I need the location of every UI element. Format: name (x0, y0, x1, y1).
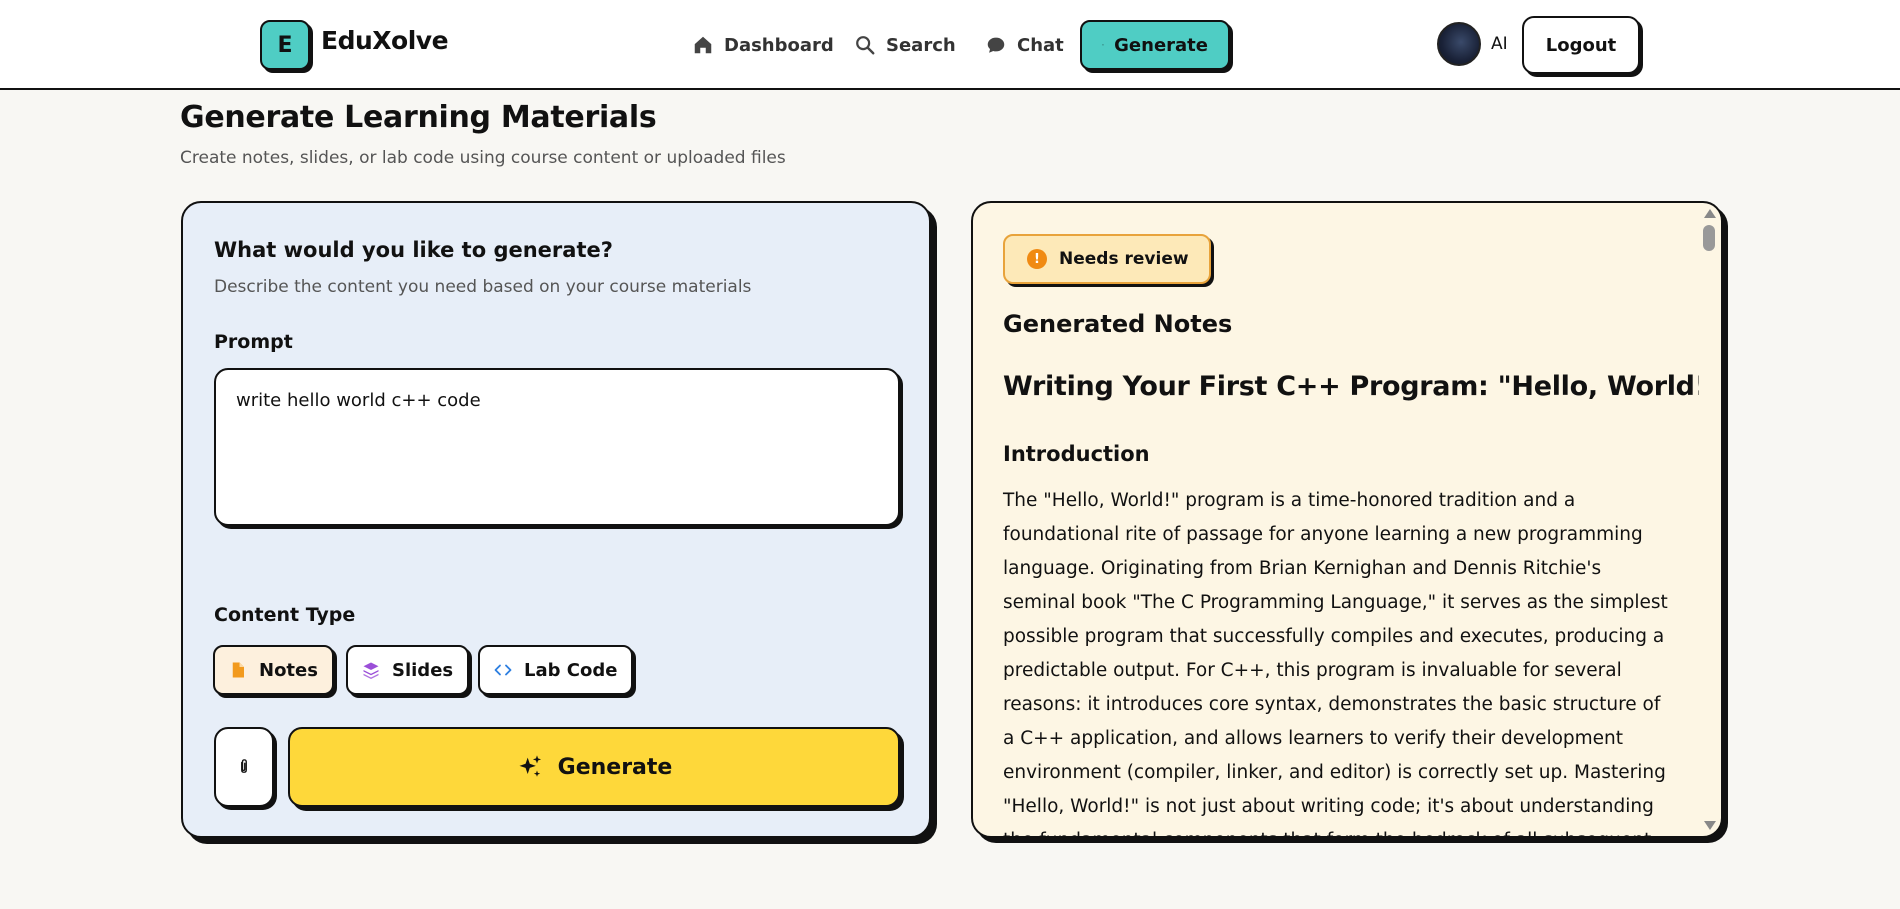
attach-file-button[interactable] (214, 727, 274, 807)
logo-badge[interactable]: E (260, 20, 310, 70)
nav-generate[interactable]: Generate (1080, 20, 1230, 70)
nav-dashboard-label: Dashboard (724, 34, 834, 56)
home-icon (694, 36, 712, 54)
page-title: Generate Learning Materials (180, 100, 657, 135)
nav-chat[interactable]: Chat (985, 20, 1064, 70)
content-type-labcode[interactable]: Lab Code (478, 645, 634, 695)
top-navbar: E EduXolve Dashboard Search Chat Generat… (0, 0, 1900, 90)
exclamation-icon: ! (1027, 249, 1047, 269)
layers-icon (363, 662, 379, 679)
output-scrollbar[interactable] (1699, 203, 1721, 836)
generate-form-card: What would you like to generate? Describ… (181, 201, 931, 838)
search-icon (856, 36, 875, 55)
form-title: What would you like to generate? (214, 238, 613, 262)
content-type-slides[interactable]: Slides (346, 645, 470, 695)
document-title: Writing Your First C++ Program: "Hello, … (1003, 371, 1699, 402)
generate-button-label: Generate (557, 754, 673, 780)
brand-name[interactable]: EduXolve (321, 26, 449, 55)
output-scroll-area[interactable]: ! Needs review Generated Notes Writing Y… (973, 203, 1699, 836)
content-type-notes-label: Notes (259, 659, 318, 681)
scroll-up-arrow-icon[interactable] (1704, 209, 1716, 218)
sparkles-icon (1102, 44, 1104, 46)
sparkles-icon (519, 755, 541, 777)
paperclip-icon (241, 759, 247, 773)
page-subtitle: Create notes, slides, or lab code using … (180, 148, 786, 168)
nav-search-label: Search (886, 34, 956, 56)
chat-icon (987, 37, 1005, 53)
content-type-label: Content Type (214, 604, 356, 626)
content-type-labcode-label: Lab Code (524, 659, 618, 681)
nav-search[interactable]: Search (854, 20, 956, 70)
content-type-notes[interactable]: Notes (213, 645, 334, 695)
document-heading: Introduction (1003, 442, 1150, 466)
logout-button[interactable]: Logout (1522, 16, 1640, 74)
prompt-label: Prompt (214, 331, 293, 353)
user-initials: AI (1491, 34, 1508, 54)
output-section-title: Generated Notes (1003, 310, 1233, 338)
status-badge-label: Needs review (1059, 249, 1189, 269)
form-subtitle: Describe the content you need based on y… (214, 277, 752, 297)
scrollbar-thumb[interactable] (1703, 225, 1715, 251)
code-icon (494, 664, 512, 676)
document-paragraph: The "Hello, World!" program is a time-ho… (1003, 490, 1668, 836)
nav-generate-label: Generate (1114, 34, 1208, 56)
generated-output-card: ! Needs review Generated Notes Writing Y… (971, 201, 1723, 838)
content-type-slides-label: Slides (392, 659, 454, 681)
generate-button[interactable]: Generate (288, 727, 900, 807)
nav-chat-label: Chat (1017, 34, 1064, 56)
nav-dashboard[interactable]: Dashboard (692, 20, 834, 70)
prompt-input[interactable] (214, 368, 900, 526)
avatar[interactable] (1437, 22, 1481, 66)
scroll-down-arrow-icon[interactable] (1704, 821, 1716, 830)
status-badge: ! Needs review (1003, 234, 1211, 284)
file-icon (232, 662, 244, 678)
